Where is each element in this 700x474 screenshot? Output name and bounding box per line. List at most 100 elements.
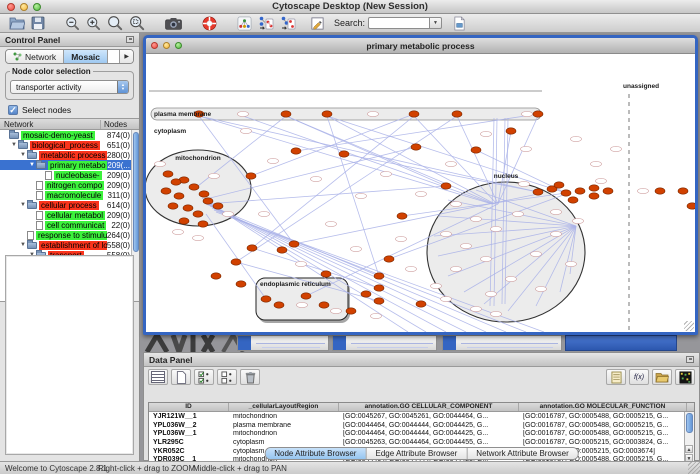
column-header-region[interactable]: _cellularLayoutRegion bbox=[229, 403, 339, 411]
graph-node[interactable] bbox=[199, 191, 209, 197]
graph-node[interactable] bbox=[193, 211, 203, 217]
tree-row[interactable]: cell communicat22(0) bbox=[0, 220, 139, 230]
graph-node[interactable] bbox=[322, 111, 332, 117]
table-row[interactable]: YLR295Ccytoplasm[GO:0045263, GO:0044464,… bbox=[149, 438, 694, 447]
window-resize-grip[interactable] bbox=[688, 462, 700, 474]
graph-node[interactable] bbox=[179, 218, 189, 224]
network-window-resize-grip[interactable] bbox=[684, 321, 694, 331]
graph-node[interactable] bbox=[246, 173, 256, 179]
graph-node[interactable] bbox=[384, 256, 394, 262]
background-window-fragment[interactable] bbox=[442, 335, 562, 351]
tab-mosaic[interactable]: Mosaic bbox=[64, 50, 108, 63]
network-zoom-button[interactable] bbox=[175, 42, 182, 49]
select-attributes-icon[interactable] bbox=[194, 369, 214, 385]
attribute-notes-icon[interactable] bbox=[606, 369, 626, 385]
tree-expander-icon[interactable]: ▼ bbox=[0, 202, 26, 208]
network-window-titlebar[interactable]: primary metabolic process bbox=[146, 38, 695, 54]
search-input[interactable] bbox=[368, 17, 430, 29]
tree-row[interactable]: nitrogen compo209(0) bbox=[0, 180, 139, 190]
table-row[interactable]: YPL036W__1mitochondrion[GO:0044464, GO:0… bbox=[149, 429, 694, 438]
graph-edge[interactable] bbox=[251, 114, 414, 176]
column-header-cellular-component[interactable]: annotation.GO CELLULAR_COMPONENT bbox=[339, 403, 519, 411]
graph-node[interactable] bbox=[168, 203, 178, 209]
graph-node[interactable] bbox=[416, 301, 426, 307]
zoom-selected-icon[interactable] bbox=[126, 15, 148, 32]
graph-node[interactable] bbox=[374, 273, 384, 279]
tree-row[interactable]: response to stimulu264(0) bbox=[0, 230, 139, 240]
function-builder-icon[interactable]: f(x) bbox=[629, 369, 649, 385]
tree-row[interactable]: macromolecule311(0) bbox=[0, 190, 139, 200]
zoom-out-icon[interactable] bbox=[62, 15, 83, 32]
birdseye-view-panel[interactable] bbox=[5, 255, 134, 455]
tab-network[interactable]: Network bbox=[6, 50, 64, 63]
graph-node[interactable] bbox=[281, 111, 291, 117]
tree-row[interactable]: mosaic-demo-yeast874(0) bbox=[0, 130, 139, 140]
tree-row[interactable]: cellular metabol209(0) bbox=[0, 210, 139, 220]
tree-row[interactable]: ▼primary metabo209(... bbox=[0, 160, 139, 170]
network-close-button[interactable] bbox=[151, 42, 158, 49]
graph-node[interactable] bbox=[321, 271, 331, 277]
graph-node[interactable] bbox=[339, 151, 349, 157]
background-window-fragment-selected[interactable] bbox=[565, 335, 677, 351]
graph-edge[interactable] bbox=[327, 116, 566, 193]
graph-node[interactable] bbox=[687, 203, 695, 209]
import-attributes-icon[interactable] bbox=[652, 369, 672, 385]
graph-node[interactable] bbox=[374, 285, 384, 291]
graph-node[interactable] bbox=[589, 185, 599, 191]
tree-expander-icon[interactable]: ▼ bbox=[0, 242, 26, 248]
graph-node[interactable] bbox=[506, 128, 516, 134]
tab-network-attribute-browser[interactable]: Network Attribute Browser bbox=[467, 448, 577, 459]
table-scrollbar-thumb[interactable] bbox=[686, 413, 693, 433]
graph-edge[interactable] bbox=[286, 116, 446, 186]
detach-panel-icon[interactable] bbox=[686, 356, 694, 363]
select-nodes-checkbox[interactable]: ✓ bbox=[8, 105, 18, 115]
graph-node[interactable] bbox=[274, 302, 284, 308]
column-header-id[interactable]: ID bbox=[149, 403, 229, 411]
graph-node[interactable] bbox=[603, 188, 613, 194]
tree-expander-icon[interactable]: ▼ bbox=[0, 142, 17, 148]
graph-node[interactable] bbox=[397, 213, 407, 219]
graph-node[interactable] bbox=[678, 188, 688, 194]
background-window-fragment[interactable] bbox=[332, 335, 437, 351]
table-row[interactable]: YJR121W__1mitochondrion[GO:0045267, GO:0… bbox=[149, 412, 694, 421]
tree-row[interactable]: nucleobase-209(0) bbox=[0, 170, 139, 180]
graph-node[interactable] bbox=[575, 188, 585, 194]
tree-column-nodes[interactable]: Nodes bbox=[101, 120, 139, 129]
graph-node[interactable] bbox=[247, 245, 257, 251]
table-row[interactable]: YPL036W__2plasma membrane[GO:0044464, GO… bbox=[149, 421, 694, 430]
graph-node[interactable] bbox=[533, 189, 543, 195]
attribute-table-icon[interactable] bbox=[148, 369, 168, 385]
graph-node[interactable] bbox=[189, 184, 199, 190]
graph-node[interactable] bbox=[277, 247, 287, 253]
scroll-up-arrow-icon[interactable]: ▲ bbox=[685, 445, 693, 453]
attribute-matrix-icon[interactable] bbox=[675, 369, 695, 385]
tree-scrollbar-thumb[interactable] bbox=[133, 132, 139, 252]
graph-node[interactable] bbox=[374, 298, 384, 304]
graph-node[interactable] bbox=[319, 302, 329, 308]
graph-node[interactable] bbox=[655, 188, 665, 194]
annotation-icon[interactable] bbox=[307, 15, 328, 32]
column-header-molecular-function[interactable]: annotation.GO MOLECULAR_FUNCTION bbox=[519, 403, 687, 411]
window-titlebar[interactable]: Cytoscape Desktop (New Session) bbox=[0, 0, 700, 14]
background-window-fragment[interactable] bbox=[237, 335, 329, 351]
unselect-attributes-icon[interactable] bbox=[217, 369, 237, 385]
table-scrollbar[interactable]: ▲ ▼ bbox=[684, 412, 694, 462]
graph-node[interactable] bbox=[174, 193, 184, 199]
graph-node[interactable] bbox=[441, 183, 451, 189]
graph-node[interactable] bbox=[589, 193, 599, 199]
network-graph[interactable]: plasma membranecytoplasmmitochondrionnuc… bbox=[146, 54, 695, 332]
graph-node[interactable] bbox=[183, 205, 193, 211]
network-canvas[interactable]: plasma membranecytoplasmmitochondrionnuc… bbox=[146, 54, 695, 332]
graph-node[interactable] bbox=[161, 188, 171, 194]
node-color-dropdown[interactable]: transporter activity ▲▼ bbox=[10, 80, 129, 94]
tree-row[interactable]: ▼metabolic process280(0) bbox=[0, 150, 139, 160]
tree-row[interactable]: ▼establishment of lo558(0) bbox=[0, 240, 139, 250]
save-icon[interactable] bbox=[28, 15, 48, 32]
zoom-fit-icon[interactable] bbox=[104, 15, 126, 32]
graph-edge[interactable] bbox=[327, 116, 495, 204]
snapshot-camera-icon[interactable] bbox=[162, 15, 185, 32]
tab-node-attribute-browser[interactable]: Node Attribute Browser bbox=[265, 448, 366, 459]
graph-node[interactable] bbox=[163, 171, 173, 177]
graph-node[interactable] bbox=[171, 179, 181, 185]
graph-node[interactable] bbox=[411, 144, 421, 150]
